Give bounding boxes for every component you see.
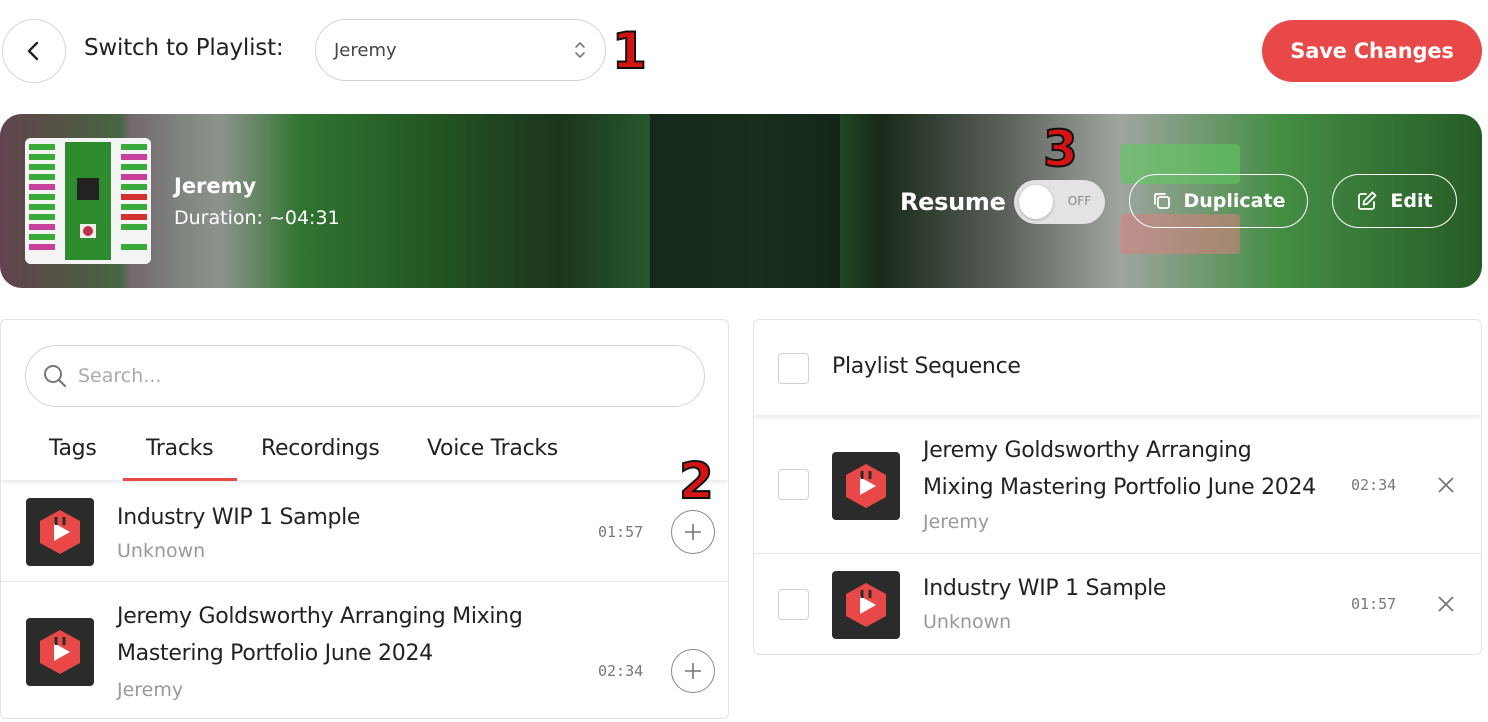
playlist-select-value: Jeremy — [334, 39, 397, 61]
playlist-banner: Jeremy Duration: ~04:31 3 Resume OFF Dup… — [0, 114, 1482, 288]
annotation-2: 2 — [678, 452, 715, 510]
item-artist: Unknown — [923, 611, 1012, 633]
track-row[interactable]: Industry WIP 1 Sample Unknown 01:57 — [1, 481, 728, 582]
play-logo-icon — [832, 452, 900, 520]
sequence-panel: Playlist Sequence Jeremy Goldsworthy Arr… — [753, 319, 1482, 655]
copy-icon — [1153, 193, 1170, 209]
track-artist: Unknown — [117, 540, 206, 562]
pencil-icon — [1358, 191, 1377, 210]
sequence-item[interactable]: Industry WIP 1 Sample Unknown 01:57 — [754, 554, 1481, 654]
switch-playlist-label: Switch to Playlist: — [84, 35, 284, 61]
play-logo-icon — [26, 618, 94, 686]
item-title-line-1: Jeremy Goldsworthy Arranging — [923, 438, 1252, 463]
resume-toggle[interactable]: OFF — [1014, 180, 1105, 224]
close-icon — [1438, 477, 1454, 493]
tab-tags[interactable]: Tags — [49, 436, 97, 461]
search-input[interactable] — [78, 365, 658, 387]
save-changes-button[interactable]: Save Changes — [1262, 20, 1482, 82]
track-duration: 02:34 — [598, 662, 644, 680]
chevron-left-icon — [27, 41, 39, 61]
toggle-knob — [1019, 185, 1053, 219]
track-artist: Jeremy — [117, 679, 184, 701]
close-icon — [1438, 596, 1454, 612]
tab-voice-tracks[interactable]: Voice Tracks — [427, 436, 558, 461]
item-checkbox[interactable] — [778, 589, 809, 620]
remove-item-button[interactable] — [1434, 473, 1458, 497]
track-row[interactable]: Jeremy Goldsworthy Arranging Mixing Mast… — [1, 582, 728, 718]
duplicate-button[interactable]: Duplicate — [1129, 174, 1308, 228]
playlist-thumbnail — [25, 138, 151, 264]
search-box[interactable] — [25, 345, 705, 407]
resume-label: Resume — [900, 188, 1006, 216]
library-tabs: Tags Tracks Recordings Voice Tracks — [1, 428, 728, 480]
remove-item-button[interactable] — [1434, 592, 1458, 616]
item-duration: 02:34 — [1351, 476, 1397, 494]
track-title-line-2: Mastering Portfolio June 2024 — [117, 641, 433, 666]
annotation-1: 1 — [611, 22, 648, 80]
track-title: Industry WIP 1 Sample — [117, 505, 361, 530]
edit-label: Edit — [1390, 190, 1433, 212]
banner-background-detail — [650, 114, 840, 288]
select-all-checkbox[interactable] — [778, 353, 809, 384]
sequence-title: Playlist Sequence — [832, 354, 1021, 379]
toggle-state: OFF — [1067, 194, 1091, 208]
plus-icon — [685, 524, 701, 540]
item-artist: Jeremy — [923, 511, 990, 533]
annotation-3: 3 — [1042, 120, 1079, 178]
plus-icon — [685, 663, 701, 679]
add-track-button[interactable] — [671, 649, 715, 693]
track-title-line-1: Jeremy Goldsworthy Arranging Mixing — [117, 604, 523, 629]
item-title: Industry WIP 1 Sample — [923, 576, 1167, 601]
tab-recordings[interactable]: Recordings — [261, 436, 380, 461]
item-checkbox[interactable] — [778, 469, 809, 500]
playlist-select[interactable]: Jeremy — [315, 19, 606, 81]
item-duration: 01:57 — [1351, 595, 1397, 613]
track-duration: 01:57 — [598, 523, 644, 541]
library-panel: Tags Tracks Recordings Voice Tracks 2 In… — [0, 319, 729, 719]
play-logo-icon — [832, 571, 900, 639]
playlist-duration: Duration: ~04:31 — [174, 207, 340, 229]
sequence-header: Playlist Sequence — [754, 320, 1481, 415]
back-button[interactable] — [2, 19, 66, 83]
item-title-line-2: Mixing Mastering Portfolio June 2024 — [923, 475, 1316, 500]
duplicate-label: Duplicate — [1183, 190, 1286, 212]
playlist-name: Jeremy — [174, 174, 257, 198]
add-track-button[interactable] — [671, 510, 715, 554]
edit-button[interactable]: Edit — [1332, 174, 1457, 228]
play-logo-icon — [26, 498, 94, 566]
up-down-chevron-icon — [575, 42, 585, 58]
search-icon — [44, 365, 67, 388]
sequence-item[interactable]: Jeremy Goldsworthy Arranging Mixing Mast… — [754, 415, 1481, 554]
tab-tracks[interactable]: Tracks — [146, 436, 214, 461]
